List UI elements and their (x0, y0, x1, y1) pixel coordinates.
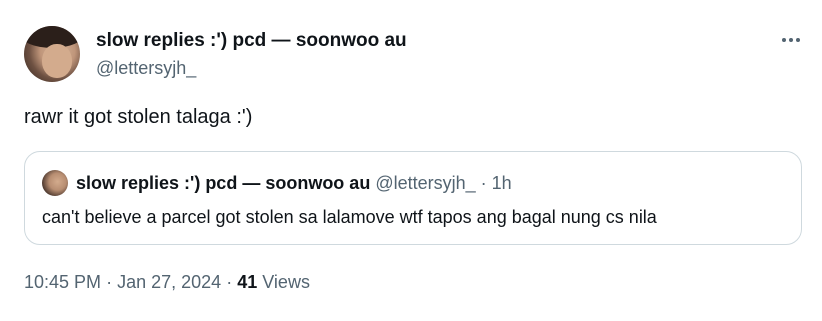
author-name[interactable]: slow replies :') pcd — soonwoo au (96, 30, 407, 52)
tweet-date[interactable]: Jan 27, 2024 (117, 272, 221, 292)
quoted-tweet-text: can't believe a parcel got stolen sa lal… (42, 207, 657, 227)
tweet-footer: 10:45 PM · Jan 27, 2024 · 41 Views (24, 272, 310, 293)
quoted-separator: · (480, 173, 487, 193)
tweet-text: rawr it got stolen talaga :') (24, 106, 253, 128)
footer-separator: · (106, 272, 113, 292)
quoted-author-name: slow replies :') pcd — soonwoo au (76, 173, 371, 193)
quoted-time-ago: 1h (491, 173, 512, 193)
quoted-tweet-card[interactable]: slow replies :') pcd — soonwoo au @lette… (24, 151, 802, 245)
views-label: Views (262, 272, 310, 292)
tweet-time[interactable]: 10:45 PM (24, 272, 101, 292)
footer-separator-2: · (226, 272, 233, 292)
author-handle[interactable]: @lettersyjh_ (96, 58, 196, 79)
quoted-tweet-header: slow replies :') pcd — soonwoo au @lette… (76, 173, 512, 194)
quoted-author-avatar (42, 170, 68, 196)
more-options-icon[interactable] (778, 30, 804, 50)
author-avatar[interactable] (24, 26, 80, 82)
views-count: 41 (237, 272, 258, 292)
quoted-author-handle: @lettersyjh_ (375, 173, 476, 193)
